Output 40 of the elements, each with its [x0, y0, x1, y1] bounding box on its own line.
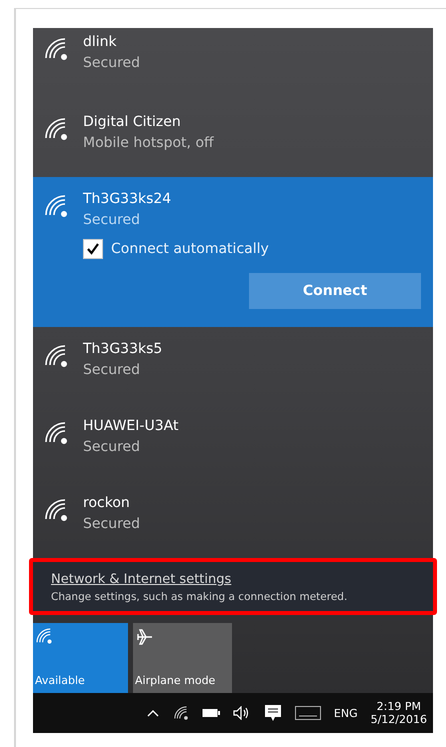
checkbox[interactable]: [83, 239, 103, 259]
battery-icon[interactable]: [202, 708, 220, 718]
network-name: HUAWEI-U3At: [83, 417, 180, 436]
network-item[interactable]: HUAWEI-U3At Secured: [33, 404, 433, 481]
network-item[interactable]: rockon Secured: [33, 481, 433, 558]
wifi-icon: [43, 497, 69, 523]
wifi-icon: [43, 420, 69, 446]
network-status: Secured: [83, 515, 142, 534]
language-indicator[interactable]: ENG: [334, 706, 358, 720]
network-item[interactable]: dlink Secured: [33, 28, 433, 100]
settings-description: Change settings, such as making a connection metered.: [51, 591, 348, 603]
airplane-icon: [135, 627, 155, 647]
keyboard-icon[interactable]: [294, 706, 321, 720]
clock[interactable]: 2:19 PM 5/12/2016: [370, 700, 427, 726]
network-item[interactable]: Th3G33ks5 Secured: [33, 327, 433, 404]
network-status: Mobile hotspot, off: [83, 134, 215, 153]
network-name: dlink: [83, 33, 118, 52]
wifi-icon: [43, 36, 69, 62]
wifi-tile[interactable]: Available: [33, 623, 128, 693]
wifi-icon: [43, 343, 69, 369]
network-item[interactable]: Digital Citizen Mobile hotspot, off: [33, 100, 433, 177]
message-icon[interactable]: [264, 704, 282, 722]
airplane-mode-tile[interactable]: Airplane mode: [133, 623, 232, 693]
network-name: rockon: [83, 494, 131, 513]
chevron-up-icon[interactable]: [146, 708, 160, 718]
network-name: Digital Citizen: [83, 113, 182, 132]
speaker-icon[interactable]: [232, 706, 251, 720]
network-status: Secured: [83, 361, 142, 380]
network-status: Secured: [83, 54, 142, 73]
network-name: Th3G33ks24: [83, 190, 172, 209]
wifi-icon: [43, 193, 69, 219]
network-status: Secured: [83, 211, 142, 230]
network-item[interactable]: Th3G33ks24 Secured Connect automatically Connect: [33, 177, 433, 327]
wifi-icon: [43, 116, 69, 142]
network-name: Th3G33ks5: [83, 340, 164, 359]
wifi-icon: [172, 705, 189, 721]
settings-link[interactable]: Network & Internet settings: [51, 572, 232, 587]
checkbox-label: Connect automatically: [111, 241, 269, 257]
network-status: Secured: [83, 438, 142, 457]
wifi-icon: [35, 627, 53, 645]
